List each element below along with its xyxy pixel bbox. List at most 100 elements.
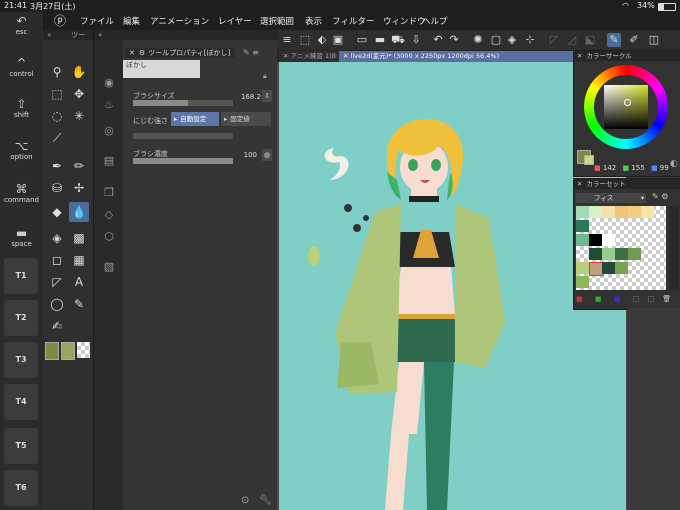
menu-animation[interactable]: アニメーション <box>150 15 209 27</box>
lock-icon[interactable]: 🔒︎ <box>263 72 267 81</box>
delete-color-icon[interactable]: 🗑︎ <box>662 295 671 303</box>
undo-icon[interactable]: ↶ <box>431 33 445 47</box>
correct-line-tool-icon[interactable]: ✎ <box>69 294 89 314</box>
transform-icon[interactable]: ◸ <box>547 33 561 47</box>
app-logo-icon[interactable]: ⓟ <box>54 12 66 29</box>
color-swatch[interactable] <box>589 234 602 246</box>
move-tool-icon[interactable]: ✥ <box>69 84 89 104</box>
shift-key[interactable]: ⇧ shift <box>0 97 43 119</box>
pen-tool-icon[interactable]: ✒ <box>47 156 67 176</box>
redo-icon[interactable]: ↷ <box>447 33 461 47</box>
density-pressure-icon[interactable]: ◍ <box>262 149 272 161</box>
density-value[interactable]: 100 <box>231 151 257 159</box>
vector-icon[interactable]: ◫ <box>647 33 661 47</box>
menu-filter[interactable]: フィルター <box>332 15 374 27</box>
sub-tool-icon-2[interactable]: ♨ <box>99 96 119 114</box>
color-swatch[interactable] <box>576 206 589 218</box>
tool-property-menu-icons[interactable]: ✎ ≡ <box>243 48 273 58</box>
close-icon[interactable]: ✕ <box>577 52 582 60</box>
t3-button[interactable]: T3 <box>4 342 38 378</box>
menu-file[interactable]: ファイル <box>80 15 114 27</box>
reset-icon[interactable]: ⊙ <box>241 495 249 506</box>
color-set-tool-icons[interactable]: ✎ ⚙ <box>652 192 668 201</box>
menu-help[interactable]: ヘルプ <box>422 15 448 27</box>
hue-ring[interactable] <box>584 65 668 149</box>
transparent-color-swatch[interactable] <box>77 342 90 358</box>
t4-button[interactable]: T4 <box>4 384 38 420</box>
collapse-icon[interactable]: « <box>47 31 51 39</box>
red-dot-icon[interactable]: ■ <box>576 295 583 303</box>
tab-live2d[interactable]: ✕ live2d(変元)* (3000 x 2250px 1200dpi 56.… <box>339 51 575 62</box>
fixed-value-button[interactable]: ▸ 固定値 <box>221 112 271 126</box>
magic-wand-icon[interactable]: ✳ <box>69 106 89 126</box>
blue-dot-icon[interactable]: ■ <box>614 295 621 303</box>
hamburger-menu-icon[interactable]: ≡ <box>280 33 294 47</box>
new-file-icon[interactable]: ▭ <box>355 33 369 47</box>
frame-tool-icon[interactable]: ▦ <box>69 250 89 270</box>
sub-color-swatch[interactable] <box>61 342 75 360</box>
sub-tool-icon-4[interactable]: ▤ <box>99 152 119 170</box>
loading-icon[interactable]: ✺ <box>471 33 485 47</box>
brush-size-stepper[interactable]: ⇩ <box>262 90 272 102</box>
menu-edit[interactable]: 編集 <box>123 15 140 27</box>
color-swatch[interactable] <box>628 248 641 260</box>
close-icon[interactable]: ✕ <box>577 180 582 188</box>
wrench-icon[interactable]: 🔧︎ <box>259 495 272 506</box>
layers-icon[interactable]: ◇ <box>99 206 119 224</box>
brush-size-slider[interactable] <box>133 100 233 106</box>
t5-button[interactable]: T5 <box>4 428 38 464</box>
export-icon[interactable]: ⇩ <box>409 33 423 47</box>
saturation-value-square[interactable] <box>604 85 648 129</box>
color-set-dropdown[interactable]: フィス ▾ <box>576 193 646 203</box>
gradient-tool-icon[interactable]: ▩ <box>69 228 89 248</box>
canvas-settings-icon[interactable]: ⬚ <box>298 33 312 47</box>
color-swatch[interactable] <box>615 262 628 274</box>
color-swatch[interactable] <box>602 206 615 218</box>
color-swatch[interactable] <box>615 206 628 218</box>
command-key[interactable]: ⌘ command <box>0 182 43 204</box>
airbrush-tool-icon[interactable]: ✢ <box>69 178 89 198</box>
color-swatch[interactable] <box>615 248 628 260</box>
color-swatch[interactable] <box>628 206 641 218</box>
color-swatch[interactable] <box>589 206 602 218</box>
color-set-scrollbar[interactable] <box>669 206 679 290</box>
color-swatch[interactable] <box>589 248 602 260</box>
open-folder-icon[interactable]: ▬ <box>373 33 387 47</box>
transform2-icon[interactable]: ◿ <box>565 33 579 47</box>
sub-tool-icon-6[interactable]: ⬡ <box>99 228 119 246</box>
color-swatch[interactable] <box>576 220 589 232</box>
clear-icon[interactable]: ▢ <box>489 33 503 47</box>
selection-icon[interactable]: ⬖ <box>315 33 329 47</box>
brush-tool-icon[interactable]: ⛁ <box>47 178 67 198</box>
space-key[interactable]: ▬ space <box>0 226 43 248</box>
color-swatch[interactable] <box>576 234 589 246</box>
menu-window[interactable]: ウィンドウ <box>383 15 426 27</box>
figure-tool-icon[interactable]: ◻ <box>47 250 67 270</box>
text-tool-icon[interactable]: A <box>69 272 89 292</box>
operation-tool-icon[interactable]: ⬚ <box>47 84 67 104</box>
color-swatch[interactable] <box>602 262 615 274</box>
sub-tool-icon-7[interactable]: ▧ <box>99 258 119 276</box>
add-color-icon[interactable]: ⬚ <box>633 295 640 303</box>
eraser-tool-icon[interactable]: ◆ <box>47 202 67 222</box>
crop-icon[interactable]: ⊹ <box>523 33 537 47</box>
save-icon[interactable]: ⛟ <box>391 33 405 47</box>
color-circle-menu-icon[interactable]: ◐ <box>670 159 678 169</box>
brush-size-value[interactable]: 168.2 <box>235 93 261 101</box>
color-swatch[interactable] <box>602 248 615 260</box>
zoom-tool-icon[interactable]: ⚲ <box>47 62 67 82</box>
close-icon[interactable]: ✕ <box>343 52 351 60</box>
color-swatch[interactable] <box>641 206 654 218</box>
density-slider[interactable] <box>133 158 233 164</box>
pencil-tool-icon[interactable]: ✏ <box>69 156 89 176</box>
sub-tool-icon-5[interactable]: ❒ <box>99 184 119 202</box>
color-swatch[interactable] <box>576 276 589 288</box>
fill-tool-icon[interactable]: ◈ <box>47 228 67 248</box>
t2-button[interactable]: T2 <box>4 300 38 336</box>
auto-setting-button[interactable]: ▸ 自動設定 <box>171 112 219 126</box>
balloon-tool-icon[interactable]: ◯ <box>47 294 67 314</box>
sub-color-indicator[interactable] <box>584 155 594 165</box>
color-swatch[interactable] <box>602 234 615 246</box>
menu-selection[interactable]: 選択範囲 <box>260 15 294 27</box>
t6-button[interactable]: T6 <box>4 470 38 506</box>
